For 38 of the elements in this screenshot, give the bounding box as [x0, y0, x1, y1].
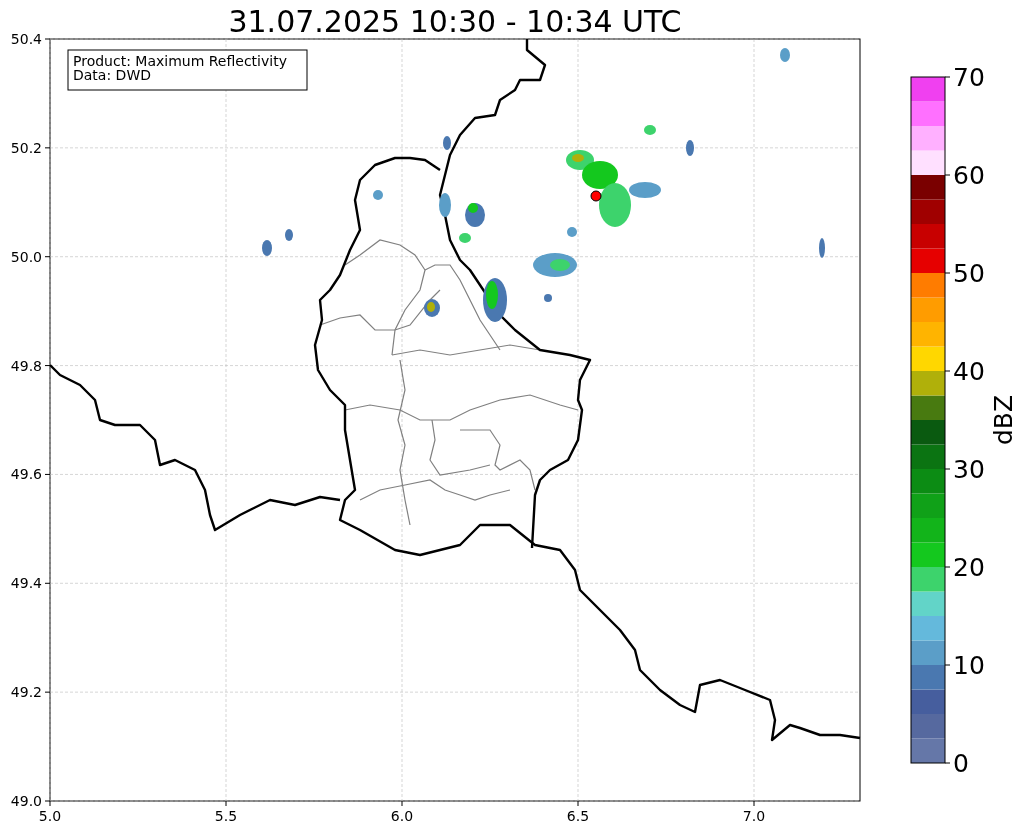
x-tick-label: 6.0	[390, 808, 414, 824]
radar-echo	[443, 136, 451, 150]
location-marker	[590, 190, 602, 202]
colorbar-tick-label: 10	[953, 651, 985, 680]
y-tick-label: 49.2	[10, 684, 42, 701]
radar-echo	[780, 48, 790, 62]
radar-echo	[819, 238, 825, 258]
y-tick-label: 49.6	[10, 466, 42, 483]
info-text: Data: DWD	[73, 67, 151, 83]
x-tick-label: 5.5	[214, 808, 238, 824]
colorbar-tick-label: 30	[953, 455, 985, 484]
radar-echo	[459, 233, 471, 243]
colorbar-tick-label: 50	[953, 259, 985, 288]
radar-echo	[439, 193, 451, 217]
y-tick-label: 49.4	[10, 575, 42, 592]
info-text: Product: Maximum Reflectivity	[73, 53, 287, 69]
colorbar-label: dBZ	[989, 394, 1018, 446]
chart-title: 31.07.2025 10:30 - 10:34 UTC	[228, 4, 682, 39]
x-tick-label: 6.5	[566, 808, 590, 824]
radar-echo	[644, 125, 656, 135]
y-tick-label: 50.2	[10, 139, 42, 156]
colorbar-tick-label: 70	[953, 63, 985, 92]
radar-echo	[285, 229, 293, 241]
colorbar-tick-label: 40	[953, 357, 985, 386]
y-tick-label: 49.0	[10, 793, 42, 809]
radar-echo	[262, 240, 272, 256]
y-tick-label: 50.4	[10, 31, 42, 47]
x-tick-label: 5.0	[38, 808, 62, 824]
colorbar-tick-label: 0	[953, 749, 969, 778]
colorbar-tick-label: 20	[953, 553, 985, 582]
radar-echo	[544, 294, 552, 302]
y-tick-label: 49.8	[10, 357, 42, 374]
x-tick-label: 7.0	[742, 808, 766, 824]
radar-echo	[567, 227, 577, 237]
radar-echo	[373, 190, 383, 200]
colorbar-tick-label: 60	[953, 161, 985, 190]
radar-echo	[686, 140, 694, 156]
y-tick-label: 50.0	[10, 248, 42, 265]
